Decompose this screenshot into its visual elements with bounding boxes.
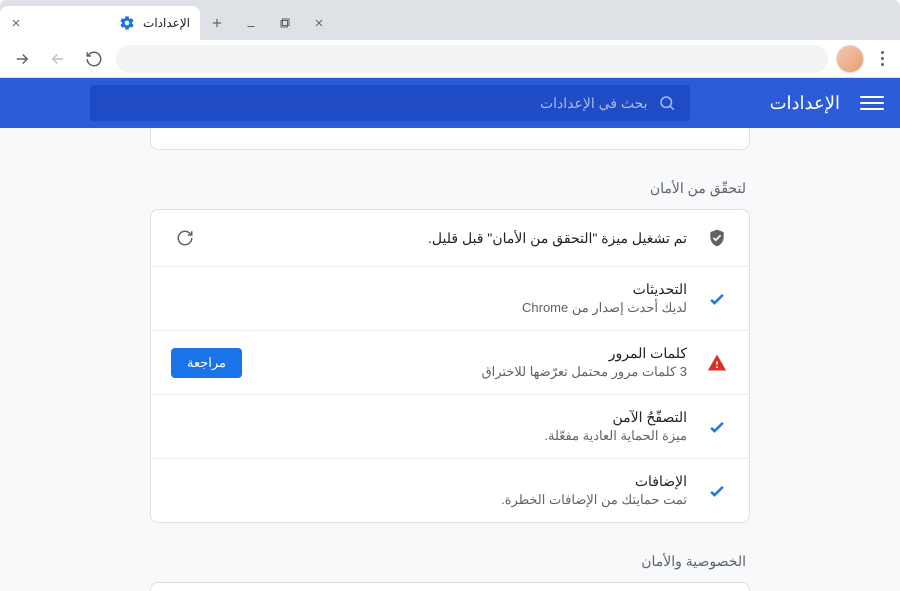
safe-browsing-row[interactable]: التصفّحُ الآمن ميزة الحماية العادية مفعّ… — [151, 395, 749, 459]
browser-tab-bar: الإعدادات — [0, 0, 900, 40]
minimize-button[interactable] — [234, 6, 268, 40]
check-icon — [705, 481, 729, 501]
check-icon — [705, 417, 729, 437]
safe-browsing-title: التصفّحُ الآمن — [171, 409, 687, 426]
profile-avatar[interactable] — [836, 45, 864, 73]
check-icon — [705, 289, 729, 309]
passwords-row[interactable]: كلمات المرور 3 كلمات مرور محتمل تعرّضها … — [151, 331, 749, 395]
safe-browsing-sub: ميزة الحماية العادية مفعّلة. — [171, 428, 687, 444]
safety-check-card: تم تشغيل ميزة "التحقق من الأمان" قبل قلي… — [150, 209, 750, 523]
reload-button[interactable] — [80, 45, 108, 73]
settings-header: الإعدادات — [0, 78, 900, 128]
back-button[interactable] — [8, 45, 36, 73]
safety-check-status-row: تم تشغيل ميزة "التحقق من الأمان" قبل قلي… — [151, 210, 749, 267]
warning-icon — [705, 353, 729, 373]
menu-icon[interactable] — [860, 91, 884, 115]
search-icon — [658, 94, 676, 112]
settings-title: الإعدادات — [770, 93, 840, 114]
safety-check-status-text: تم تشغيل ميزة "التحقق من الأمان" قبل قلي… — [217, 230, 687, 247]
new-tab-button[interactable] — [200, 6, 234, 40]
extensions-sub: تمت حمايتك من الإضافات الخطرة. — [171, 492, 687, 508]
browser-tab-settings[interactable]: الإعدادات — [0, 6, 200, 40]
restore-button[interactable] — [268, 6, 302, 40]
updates-row[interactable]: التحديثات لديك أحدث إصدار من Chrome — [151, 267, 749, 331]
passwords-sub: 3 كلمات مرور محتمل تعرّضها للاختراق — [260, 364, 687, 380]
address-bar[interactable] — [116, 45, 828, 73]
privacy-section-title: الخصوصية والأمان — [154, 553, 746, 570]
safety-check-rerun-button[interactable] — [171, 224, 199, 252]
tab-title: الإعدادات — [143, 16, 190, 30]
extensions-title: الإضافات — [171, 473, 687, 490]
window-controls — [234, 6, 336, 40]
extensions-row[interactable]: الإضافات تمت حمايتك من الإضافات الخطرة. — [151, 459, 749, 522]
forward-button[interactable] — [44, 45, 72, 73]
review-passwords-button[interactable]: مراجعة — [171, 348, 242, 378]
updates-title: التحديثات — [171, 281, 687, 298]
browser-toolbar — [0, 40, 900, 78]
passwords-title: كلمات المرور — [260, 345, 687, 362]
safety-check-section-title: لتحقّق من الأمان — [154, 180, 746, 197]
updates-sub: لديك أحدث إصدار من Chrome — [171, 300, 687, 316]
close-tab-icon[interactable] — [10, 17, 22, 29]
privacy-card — [150, 582, 750, 591]
settings-search-bar[interactable] — [90, 85, 690, 121]
shield-icon — [705, 228, 729, 248]
browser-menu-button[interactable] — [872, 51, 892, 66]
gear-icon — [119, 15, 135, 31]
close-window-button[interactable] — [302, 6, 336, 40]
settings-content: لتحقّق من الأمان تم تشغيل ميزة "التحقق م… — [0, 128, 900, 591]
settings-search-input[interactable] — [104, 95, 648, 111]
previous-section-card — [150, 128, 750, 150]
